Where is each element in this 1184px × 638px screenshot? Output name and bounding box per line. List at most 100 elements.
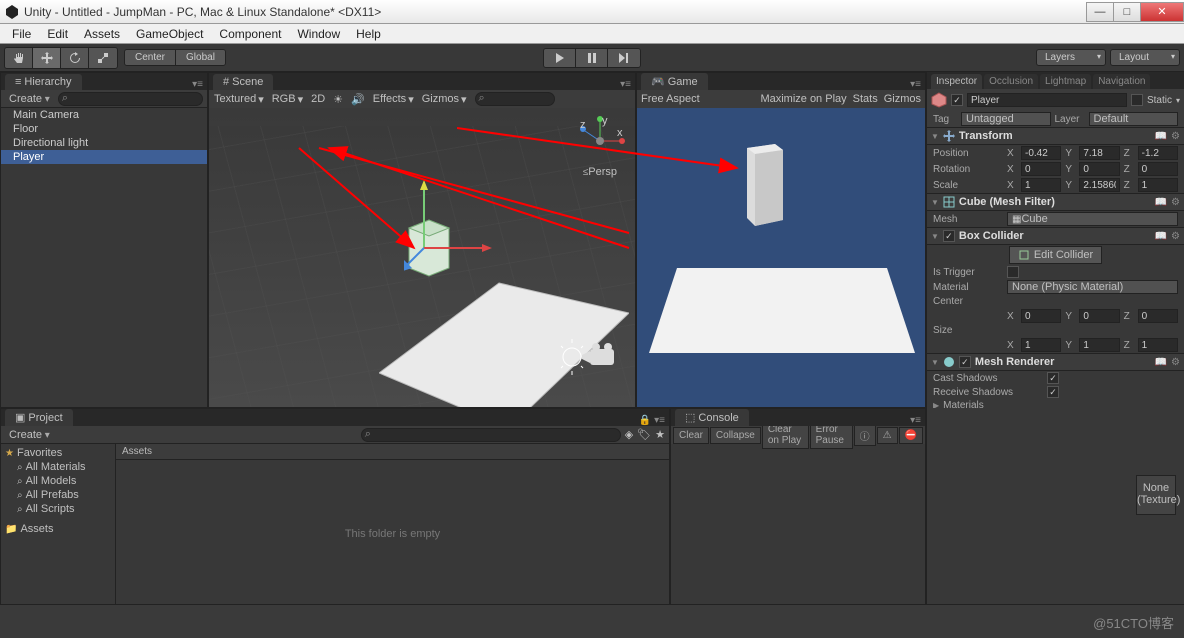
console-warn-filter[interactable]: ⚠ — [877, 427, 898, 444]
search-filter-icon[interactable]: 🏷 — [637, 428, 651, 441]
help-icon[interactable]: 📖 — [1155, 357, 1167, 368]
scene-2d-toggle[interactable]: 2D — [311, 93, 325, 105]
active-checkbox[interactable]: ✓ — [951, 94, 963, 106]
orientation-gizmo-icon[interactable]: x y z — [575, 116, 625, 171]
edit-collider-button[interactable]: Edit Collider — [1009, 246, 1102, 264]
gear-icon[interactable]: ⚙ — [1171, 357, 1180, 368]
tag-dropdown[interactable]: Untagged — [961, 112, 1051, 126]
scene-tab[interactable]: # Scene — [213, 74, 273, 90]
gameobject-name-input[interactable] — [967, 93, 1127, 107]
assets-folder[interactable]: 📁 Assets — [3, 522, 113, 536]
rot-z-input[interactable] — [1138, 162, 1178, 176]
hierarchy-item[interactable]: Directional light — [1, 136, 207, 150]
pivot-toggle[interactable]: Center Global — [124, 49, 226, 66]
size-z-input[interactable] — [1138, 338, 1178, 352]
search-filter-icon[interactable]: ◈ — [625, 428, 633, 441]
move-tool-button[interactable] — [33, 48, 61, 68]
help-icon[interactable]: 📖 — [1155, 131, 1167, 142]
scene-effects-dropdown[interactable]: Effects ▾ — [373, 93, 414, 106]
menu-window[interactable]: Window — [289, 25, 348, 43]
console-collapse-toggle[interactable]: Collapse — [710, 427, 761, 444]
mesh-field[interactable]: ▦ Cube — [1007, 212, 1178, 226]
scene-gizmos-dropdown[interactable]: Gizmos ▾ — [422, 93, 467, 106]
hand-tool-button[interactable] — [5, 48, 33, 68]
help-icon[interactable]: 📖 — [1155, 231, 1167, 242]
scale-x-input[interactable] — [1021, 178, 1061, 192]
game-aspect-dropdown[interactable]: Free Aspect — [641, 93, 700, 105]
project-tab[interactable]: ▣ Project — [5, 409, 73, 426]
scale-y-input[interactable] — [1079, 178, 1119, 192]
hierarchy-item[interactable]: Main Camera — [1, 108, 207, 122]
menu-file[interactable]: File — [4, 25, 39, 43]
scene-search[interactable] — [475, 92, 555, 106]
panel-menu-icon[interactable]: ▾≡ — [910, 79, 921, 90]
scene-viewport[interactable]: x y z ≤Persp — [209, 108, 635, 407]
scene-light-toggle[interactable]: ☀ — [333, 93, 343, 106]
panel-menu-icon[interactable]: ▾≡ — [620, 79, 631, 90]
center-z-input[interactable] — [1138, 309, 1178, 323]
inspector-tab[interactable]: Inspector — [931, 74, 982, 89]
static-checkbox[interactable] — [1131, 94, 1143, 106]
center-x-input[interactable] — [1021, 309, 1061, 323]
meshrenderer-header[interactable]: ▼✓Mesh Renderer📖⚙ — [927, 353, 1184, 371]
pos-y-input[interactable] — [1079, 146, 1119, 160]
occlusion-tab[interactable]: Occlusion — [984, 74, 1038, 89]
navigation-tab[interactable]: Navigation — [1093, 74, 1150, 89]
pivot-center[interactable]: Center — [125, 50, 176, 65]
menu-help[interactable]: Help — [348, 25, 389, 43]
console-tab[interactable]: ⬚ Console — [675, 409, 749, 426]
pivot-global[interactable]: Global — [176, 50, 225, 65]
lightmap-tab[interactable]: Lightmap — [1040, 74, 1091, 89]
size-x-input[interactable] — [1021, 338, 1061, 352]
rot-y-input[interactable] — [1079, 162, 1119, 176]
menu-edit[interactable]: Edit — [39, 25, 76, 43]
favorite-search[interactable]: ⌕ All Materials — [3, 460, 113, 474]
move-gizmo[interactable] — [404, 178, 504, 278]
receive-shadows-checkbox[interactable]: ✓ — [1047, 386, 1059, 398]
game-tab[interactable]: 🎮 Game — [641, 73, 708, 90]
game-maximize-toggle[interactable]: Maximize on Play — [760, 93, 846, 105]
istrigger-checkbox[interactable] — [1007, 266, 1019, 278]
hierarchy-search[interactable] — [58, 92, 203, 106]
rotate-tool-button[interactable] — [61, 48, 89, 68]
scale-z-input[interactable] — [1138, 178, 1178, 192]
game-gizmos-toggle[interactable]: Gizmos — [884, 93, 921, 105]
console-error-filter[interactable]: ⛔ — [899, 427, 923, 444]
boxcollider-header[interactable]: ▼✓Box Collider📖⚙ — [927, 227, 1184, 245]
project-create[interactable]: Create ▾ — [5, 429, 54, 441]
scene-audio-toggle[interactable]: 🔊 — [351, 93, 365, 106]
scene-rendermode-dropdown[interactable]: RGB ▾ — [272, 93, 303, 106]
rot-x-input[interactable] — [1021, 162, 1061, 176]
scene-shading-dropdown[interactable]: Textured ▾ — [214, 93, 264, 106]
layer-dropdown[interactable]: Default — [1089, 112, 1179, 126]
panel-menu-icon[interactable]: ▾≡ — [910, 415, 921, 426]
hierarchy-tab[interactable]: ≡ Hierarchy — [5, 74, 82, 90]
menu-component[interactable]: Component — [211, 25, 289, 43]
gear-icon[interactable]: ⚙ — [1171, 197, 1180, 208]
physic-material-field[interactable]: None (Physic Material) — [1007, 280, 1178, 294]
favorite-search[interactable]: ⌕ All Prefabs — [3, 488, 113, 502]
menu-gameobject[interactable]: GameObject — [128, 25, 211, 43]
hierarchy-create[interactable]: Create ▾ — [5, 93, 54, 105]
close-button[interactable]: ✕ — [1140, 2, 1184, 22]
console-info-filter[interactable]: ⓘ — [854, 425, 876, 446]
maximize-button[interactable]: □ — [1113, 2, 1141, 22]
favorites-header[interactable]: ★ Favorites — [3, 446, 113, 460]
minimize-button[interactable]: — — [1086, 2, 1114, 22]
layout-dropdown[interactable]: Layout — [1110, 49, 1180, 66]
help-icon[interactable]: 📖 — [1155, 197, 1167, 208]
center-y-input[interactable] — [1079, 309, 1119, 323]
play-button[interactable] — [544, 49, 576, 67]
pos-x-input[interactable] — [1021, 146, 1061, 160]
project-search[interactable] — [361, 428, 621, 442]
hierarchy-item[interactable]: Floor — [1, 122, 207, 136]
menu-assets[interactable]: Assets — [76, 25, 128, 43]
gear-icon[interactable]: ⚙ — [1171, 231, 1180, 242]
panel-menu-icon[interactable]: 🔒 ▾≡ — [639, 415, 665, 426]
gear-icon[interactable]: ⚙ — [1171, 131, 1180, 142]
game-stats-toggle[interactable]: Stats — [853, 93, 878, 105]
hierarchy-item-selected[interactable]: Player — [1, 150, 207, 164]
pos-z-input[interactable] — [1138, 146, 1178, 160]
step-button[interactable] — [608, 49, 640, 67]
scene-projection-label[interactable]: ≤Persp — [583, 166, 617, 178]
